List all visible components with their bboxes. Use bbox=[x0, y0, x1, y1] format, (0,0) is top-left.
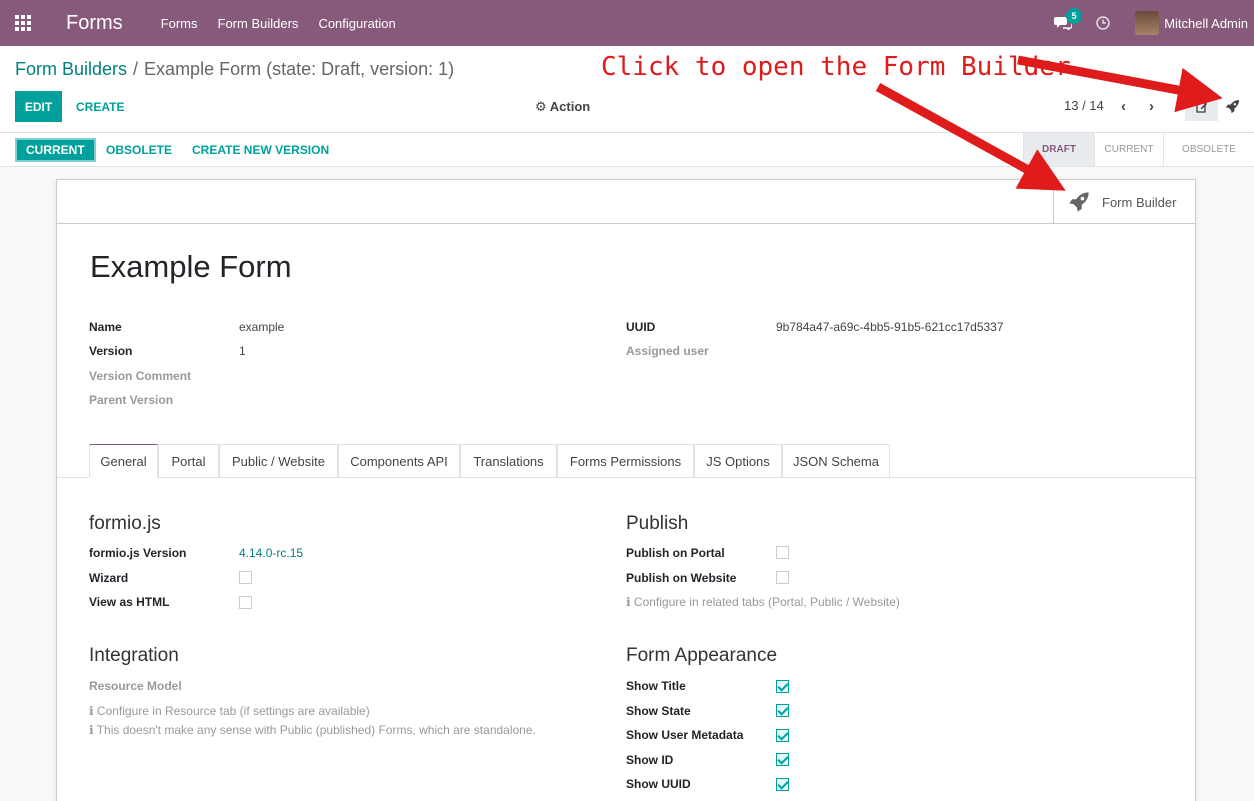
edit-button[interactable]: EDIT bbox=[15, 91, 62, 122]
menu-configuration[interactable]: Configuration bbox=[318, 16, 395, 31]
clock-icon[interactable] bbox=[1096, 16, 1110, 30]
rocket-icon bbox=[1069, 192, 1089, 212]
state-step-current: CURRENT bbox=[1094, 133, 1163, 166]
appearance-section-title: Form Appearance bbox=[626, 645, 778, 666]
tab-js-options[interactable]: JS Options bbox=[694, 444, 782, 478]
show-state-label: Show State bbox=[626, 704, 691, 718]
chevron-left-icon[interactable]: ‹ bbox=[1121, 98, 1126, 115]
annotation-callout: Click to open the Form Builder bbox=[601, 52, 1071, 82]
pager-value[interactable]: 13 / 14 bbox=[1064, 98, 1104, 113]
publish-website-label: Publish on Website bbox=[626, 571, 737, 585]
uuid-label: UUID bbox=[626, 320, 656, 334]
resource-model-label: Resource Model bbox=[89, 679, 182, 693]
notebook-tabs: General Portal Public / Website Componen… bbox=[57, 443, 1195, 478]
info-icon: ℹ bbox=[89, 723, 97, 737]
set-current-button[interactable]: CURRENT bbox=[15, 138, 96, 162]
integration-hint-1-text: Configure in Resource tab (if settings a… bbox=[96, 704, 370, 718]
show-title-checkbox[interactable] bbox=[776, 680, 789, 693]
top-navbar: Forms Forms Form Builders Configuration … bbox=[0, 0, 1254, 46]
action-label: Action bbox=[549, 99, 591, 114]
formio-version-label: formio.js Version bbox=[89, 546, 187, 560]
tab-public-website[interactable]: Public / Website bbox=[219, 444, 338, 478]
publish-hint-text: Configure in related tabs (Portal, Publi… bbox=[633, 595, 900, 609]
apps-menu-icon[interactable] bbox=[0, 0, 46, 46]
version-value: 1 bbox=[239, 344, 246, 358]
view-as-html-label: View as HTML bbox=[89, 595, 170, 609]
integration-hint-2-text: This doesn't make any sense with Public … bbox=[96, 723, 536, 737]
name-label: Name bbox=[89, 320, 122, 334]
show-id-checkbox[interactable] bbox=[776, 753, 789, 766]
breadcrumb-current: Example Form (state: Draft, version: 1) bbox=[144, 59, 455, 79]
menu-forms[interactable]: Forms bbox=[161, 16, 198, 31]
tab-components-api[interactable]: Components API bbox=[338, 444, 460, 478]
breadcrumb: Form Builders / Example Form (state: Draft… bbox=[15, 59, 454, 80]
parent-version-label: Parent Version bbox=[89, 393, 174, 407]
publish-hint: ℹ Configure in related tabs (Portal, Pub… bbox=[626, 595, 900, 609]
set-obsolete-button[interactable]: OBSOLETE bbox=[98, 138, 180, 162]
tab-json-schema[interactable]: JSON Schema bbox=[782, 444, 890, 478]
show-id-label: Show ID bbox=[626, 753, 674, 767]
user-avatar[interactable] bbox=[1135, 11, 1160, 35]
action-dropdown[interactable]: ⚙ Action bbox=[535, 99, 590, 115]
uuid-value: 9b784a47-a69c-4bb5-91b5-621cc17d5337 bbox=[776, 320, 1004, 334]
info-icon: ℹ bbox=[626, 595, 634, 609]
publish-portal-checkbox[interactable] bbox=[776, 546, 789, 559]
formio-version-link[interactable]: 4.14.0-rc.15 bbox=[239, 546, 303, 560]
integration-section-title: Integration bbox=[89, 645, 179, 666]
chevron-right-icon[interactable]: › bbox=[1149, 98, 1154, 115]
state-step-draft: DRAFT bbox=[1023, 133, 1094, 166]
integration-hint-2: ℹ This doesn't make any sense with Publi… bbox=[89, 723, 536, 737]
form-title: Example Form bbox=[90, 249, 292, 284]
chat-icon[interactable]: 5 bbox=[1054, 8, 1083, 32]
edit-mode-button[interactable] bbox=[1185, 93, 1218, 121]
show-state-checkbox[interactable] bbox=[776, 704, 789, 717]
gear-icon: ⚙ bbox=[535, 99, 547, 114]
publish-website-checkbox[interactable] bbox=[776, 571, 789, 584]
create-button[interactable]: CREATE bbox=[67, 91, 133, 122]
version-label: Version bbox=[89, 344, 133, 358]
tab-general[interactable]: General bbox=[89, 444, 158, 478]
state-progress: DRAFT CURRENT OBSOLETE bbox=[1023, 133, 1254, 166]
app-brand[interactable]: Forms bbox=[66, 12, 123, 35]
form-sheet: Form Builder Example Form Name example V… bbox=[56, 179, 1196, 801]
user-name[interactable]: Mitchell Admin bbox=[1164, 16, 1248, 31]
assigned-user-label: Assigned user bbox=[626, 344, 709, 358]
publish-portal-label: Publish on Portal bbox=[626, 546, 725, 560]
show-user-metadata-label: Show User Metadata bbox=[626, 728, 744, 742]
form-builder-button[interactable]: Form Builder bbox=[1053, 180, 1195, 224]
wizard-checkbox[interactable] bbox=[239, 571, 252, 584]
breadcrumb-parent[interactable]: Form Builders bbox=[15, 59, 127, 79]
create-new-version-button[interactable]: CREATE NEW VERSION bbox=[184, 138, 337, 162]
formio-section-title: formio.js bbox=[89, 513, 161, 534]
wizard-label: Wizard bbox=[89, 571, 129, 585]
chat-count-badge: 5 bbox=[1066, 8, 1083, 24]
statusbar: CURRENT OBSOLETE CREATE NEW VERSION DRAF… bbox=[0, 133, 1254, 167]
form-builder-label: Form Builder bbox=[1102, 194, 1177, 210]
pencil-square-icon bbox=[1195, 102, 1207, 113]
tab-translations[interactable]: Translations bbox=[460, 444, 557, 478]
state-step-obsolete: OBSOLETE bbox=[1163, 133, 1254, 166]
tab-portal[interactable]: Portal bbox=[158, 444, 219, 478]
menu-form-builders[interactable]: Form Builders bbox=[218, 16, 299, 31]
tab-forms-permissions[interactable]: Forms Permissions bbox=[557, 444, 694, 478]
version-comment-label: Version Comment bbox=[89, 369, 192, 383]
info-icon: ℹ bbox=[89, 704, 97, 718]
show-uuid-label: Show UUID bbox=[626, 777, 691, 791]
breadcrumb-separator: / bbox=[133, 59, 139, 79]
view-as-html-checkbox[interactable] bbox=[239, 596, 252, 609]
show-user-metadata-checkbox[interactable] bbox=[776, 729, 789, 742]
integration-hint-1: ℹ Configure in Resource tab (if settings… bbox=[89, 704, 370, 718]
smart-button-box: Form Builder bbox=[57, 180, 1195, 224]
show-uuid-checkbox[interactable] bbox=[776, 778, 789, 791]
publish-section-title: Publish bbox=[626, 513, 689, 534]
show-title-label: Show Title bbox=[626, 679, 686, 693]
rocket-icon[interactable] bbox=[1225, 99, 1240, 114]
name-value: example bbox=[239, 320, 285, 334]
